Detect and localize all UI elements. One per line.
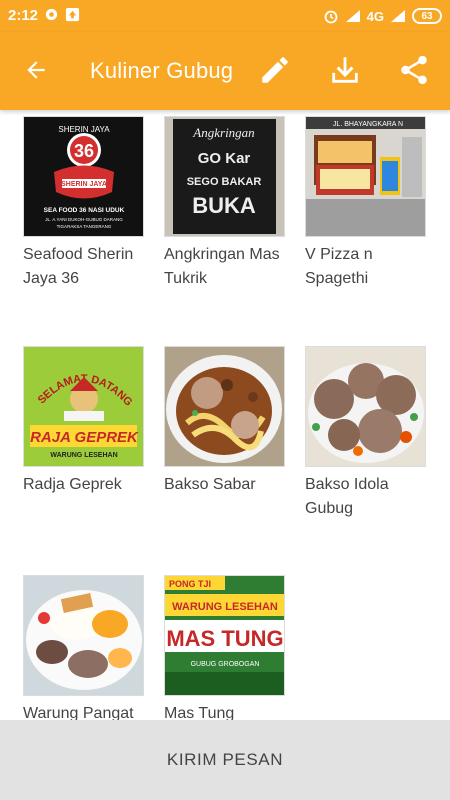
place-thumbnail: Angkringan GO Kar SEGO BAKAR BUKA <box>164 116 285 237</box>
battery-icon: 63 <box>412 8 442 24</box>
place-thumbnail <box>305 346 426 467</box>
status-bar: 2:12 4G 63 <box>0 0 450 32</box>
place-card-warung-pangat[interactable]: Warung Pangat <box>23 575 147 720</box>
place-card-vpizza[interactable]: JL. BHAYANGKARA N V Pizza n Spagethi <box>305 116 429 291</box>
place-name: V Pizza n Spagethi <box>305 246 373 287</box>
places-grid: SHERIN JAYA 36 SHERIN JAYA SEA FOOD 36 N… <box>0 110 450 720</box>
seafood-sign-line1: SEA FOOD 36 NASI UDUK <box>44 207 125 214</box>
battery-level: 63 <box>421 10 433 22</box>
angkringan-sign-line3: SEGO BAKAR <box>187 176 262 188</box>
place-thumbnail <box>164 346 285 467</box>
place-name: Mas Tung <box>164 705 235 720</box>
notification-icons <box>44 7 80 22</box>
send-message-label: KIRIM PESAN <box>166 750 284 769</box>
page-title: Kuliner Gubug <box>90 58 234 83</box>
place-card-radja-geprek[interactable]: SELAMAT DATANG RAJA GEPREK WARUNG LESEHA… <box>23 346 147 497</box>
app-toolbar: Kuliner Gubug <box>0 32 450 110</box>
place-card-bakso-sabar[interactable]: Bakso Sabar <box>164 346 288 497</box>
share-button[interactable] <box>394 50 434 90</box>
pizza-stall-image: JL. BHAYANGKARA N <box>306 117 425 236</box>
share-icon <box>401 55 427 85</box>
place-card-angkringan[interactable]: Angkringan GO Kar SEGO BAKAR BUKA Angkri… <box>164 116 288 291</box>
assistant-icon <box>45 8 58 21</box>
geprek-sub-text: WARUNG LESEHAN <box>50 452 117 459</box>
seafood-sign-line3: TIGARAKSA TANGERANG <box>57 224 112 229</box>
angkringan-sign-line4: BUKA <box>192 193 256 218</box>
bakso-bowl-image <box>165 347 284 466</box>
place-thumbnail: SHERIN JAYA 36 SHERIN JAYA SEA FOOD 36 N… <box>23 116 144 237</box>
geprek-banner-image: SELAMAT DATANG RAJA GEPREK WARUNG LESEHA… <box>24 347 143 466</box>
place-thumbnail <box>23 575 144 696</box>
seafood-sign-top: SHERIN JAYA <box>58 125 110 134</box>
seafood-sign-line2: JL. A.YANI DUKOH-GUBUG DARANG <box>45 217 123 222</box>
place-name: Bakso Sabar <box>164 476 256 493</box>
place-name: Warung Pangat <box>23 705 134 720</box>
mas-tung-line2: MAS TUNG <box>166 626 283 651</box>
upload-icon <box>65 7 80 22</box>
arrow-back-icon <box>27 61 45 79</box>
angkringan-sign-line2: GO Kar <box>198 150 251 167</box>
send-message-button[interactable]: KIRIM PESAN <box>0 720 450 800</box>
signal-icon-2 <box>391 10 405 22</box>
place-card-bakso-idola[interactable]: Bakso Idola Gubug <box>305 346 429 521</box>
download-icon <box>332 57 358 83</box>
place-name: Bakso Idola Gubug <box>305 476 389 517</box>
signal-icon <box>345 10 360 22</box>
place-thumbnail: SELAMAT DATANG RAJA GEPREK WARUNG LESEHA… <box>23 346 144 467</box>
alarm-icon <box>324 10 338 24</box>
mas-tung-banner-image: PONG TJI WARUNG LESEHAN MAS TUNG GUBUG G… <box>165 576 284 695</box>
download-button[interactable] <box>325 50 365 90</box>
angkringan-chalkboard-image: Angkringan GO Kar SEGO BAKAR BUKA <box>165 117 284 236</box>
geprek-brand-text: RAJA GEPREK <box>30 429 139 446</box>
back-button[interactable] <box>16 50 56 90</box>
network-type: 4G <box>366 8 384 24</box>
seafood-sign-number: 36 <box>74 141 94 161</box>
place-name: Seafood Sherin Jaya 36 <box>23 246 134 287</box>
mas-tung-top-text: PONG TJI <box>169 579 211 589</box>
place-thumbnail: JL. BHAYANGKARA N <box>305 116 426 237</box>
place-card-seafood[interactable]: SHERIN JAYA 36 SHERIN JAYA SEA FOOD 36 N… <box>23 116 147 291</box>
status-time: 2:12 <box>8 7 39 24</box>
place-card-mas-tung[interactable]: PONG TJI WARUNG LESEHAN MAS TUNG GUBUG G… <box>164 575 288 720</box>
place-name: Radja Geprek <box>23 476 122 493</box>
rice-plate-image <box>24 576 143 695</box>
pizza-street-sign: JL. BHAYANGKARA N <box>333 121 403 128</box>
mas-tung-line3: GUBUG GROBOGAN <box>191 661 260 668</box>
seafood-sign-image: SHERIN JAYA 36 SHERIN JAYA SEA FOOD 36 N… <box>24 117 143 236</box>
seafood-sign-badge: SHERIN JAYA <box>61 181 107 188</box>
place-name: Angkringan Mas Tukrik <box>164 246 280 287</box>
mas-tung-line1: WARUNG LESEHAN <box>172 601 278 613</box>
bakso-meatballs-image <box>306 347 425 466</box>
pencil-icon <box>262 57 288 83</box>
place-thumbnail: PONG TJI WARUNG LESEHAN MAS TUNG GUBUG G… <box>164 575 285 696</box>
edit-button[interactable] <box>255 50 295 90</box>
angkringan-sign-line1: Angkringan <box>192 125 254 140</box>
